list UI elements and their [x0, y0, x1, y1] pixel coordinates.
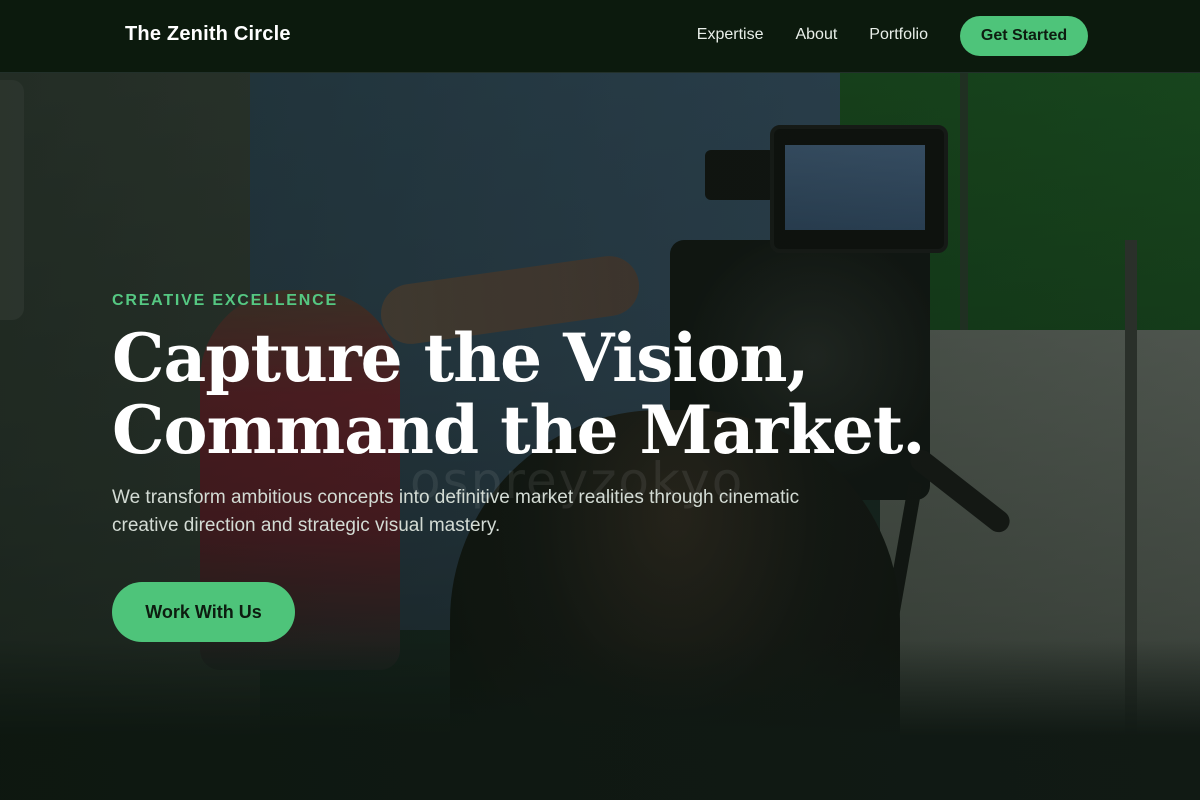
nav-link-expertise[interactable]: Expertise [697, 26, 764, 44]
hero-headline-line-1: Capture the Vision, [112, 319, 809, 397]
navbar: The Zenith Circle Expertise About Portfo… [0, 0, 1200, 73]
hero-eyebrow: CREATIVE EXCELLENCE [112, 292, 338, 309]
get-started-button[interactable]: Get Started [960, 16, 1088, 56]
hero-headline: Capture the Vision, Command the Market. [112, 322, 932, 466]
nav-link-about[interactable]: About [795, 26, 837, 44]
nav-links: Expertise About Portfolio [697, 26, 928, 44]
hero-subtext: We transform ambitious concepts into def… [112, 487, 800, 536]
nav-link-portfolio[interactable]: Portfolio [869, 26, 928, 44]
hero-section: CREATIVE EXCELLENCE Capture the Vision, … [112, 292, 932, 642]
work-with-us-button[interactable]: Work With Us [112, 582, 295, 642]
hero-headline-line-2: Command the Market. [112, 391, 925, 469]
brand-logo-text[interactable]: The Zenith Circle [125, 23, 291, 46]
